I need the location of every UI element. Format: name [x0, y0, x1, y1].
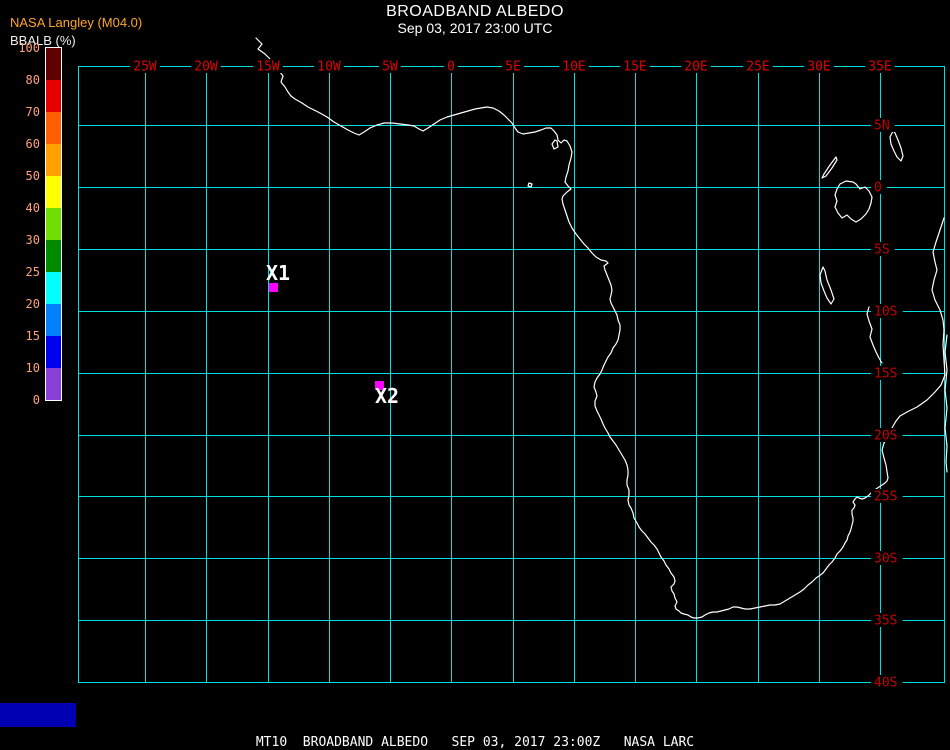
lake-albert — [821, 156, 838, 179]
lon-label: 30E — [807, 60, 830, 75]
map-svg: 25W 20W 15W 10W 5W 0 5E 10E 15E 20E 25E 30E 35E 5N 0 5S… — [78, 37, 948, 691]
sao-tome-island — [527, 182, 533, 188]
lat-label: 35S — [874, 614, 897, 629]
lon-label: 25E — [746, 60, 769, 75]
lat-label: 0 — [874, 181, 882, 196]
lat-label: 20S — [874, 429, 897, 444]
lon-label: 15E — [623, 60, 646, 75]
lon-label: 0 — [447, 60, 455, 75]
lon-label: 35E — [868, 60, 891, 75]
map-border — [78, 66, 945, 683]
lat-label: 25S — [874, 490, 897, 505]
madagascar-west-edge — [944, 334, 948, 473]
footer-caption: MT10 BROADBAND ALBEDO SEP 03, 2017 23:00… — [255, 735, 695, 750]
lake-turkana — [889, 130, 904, 162]
lat-label: 10S — [874, 305, 897, 320]
lon-label: 25W — [133, 60, 157, 75]
marker-label-x2: X2 — [375, 384, 399, 408]
marker-label-x1: X1 — [266, 261, 290, 285]
lon-label: 5E — [505, 60, 521, 75]
albedo-plot-canvas: BROADBAND ALBEDO Sep 03, 2017 23:00 UTC … — [0, 0, 950, 750]
lon-label: 5W — [382, 60, 398, 75]
lat-label: 5N — [874, 119, 890, 134]
lon-label: 10W — [317, 60, 341, 75]
lon-label: 10E — [562, 60, 585, 75]
lat-label: 30S — [874, 552, 897, 567]
lat-label: 15S — [874, 367, 897, 382]
bioko-island — [551, 139, 559, 150]
lat-label: 40S — [874, 676, 897, 691]
lon-label: 20W — [194, 60, 218, 75]
lon-label: 20E — [684, 60, 707, 75]
lon-label: 15W — [256, 60, 280, 75]
bottom-left-color-block — [0, 703, 76, 727]
lat-label: 5S — [874, 243, 890, 258]
lake-tanganyika — [819, 266, 835, 305]
